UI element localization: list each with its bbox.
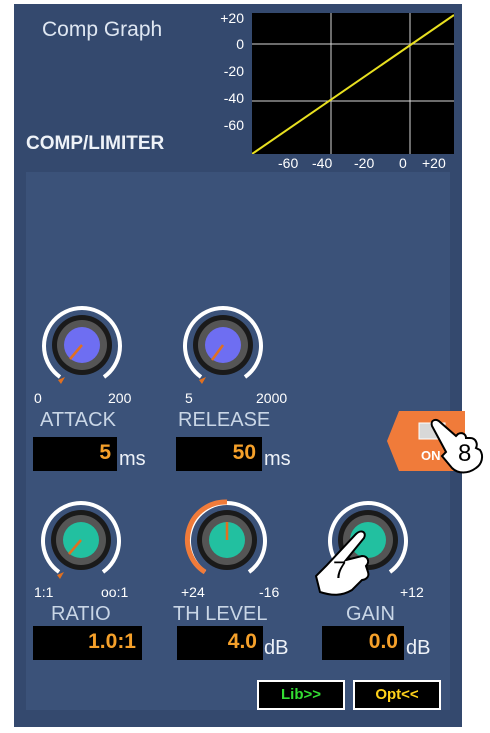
graph-y-tick: 0 bbox=[236, 36, 244, 52]
th-level-max-label: -16 bbox=[259, 584, 280, 600]
graph-y-tick: -40 bbox=[223, 90, 244, 106]
lib-button[interactable]: Lib>> bbox=[257, 680, 345, 710]
th-level-knob[interactable] bbox=[182, 412, 272, 575]
ratio-value: 1.0:1 bbox=[88, 630, 136, 653]
graph-transfer-line bbox=[252, 14, 454, 154]
th-level-value-field[interactable]: 4.0 bbox=[177, 626, 263, 660]
attack-knob[interactable] bbox=[37, 300, 127, 390]
comp-limiter-title: COMP/LIMITER bbox=[26, 133, 165, 154]
th-level-value: 4.0 bbox=[227, 630, 257, 653]
release-min-label: 5 bbox=[185, 390, 193, 406]
graph-x-tick: +20 bbox=[422, 155, 446, 171]
graph-x-tick: -60 bbox=[278, 155, 299, 171]
gain-value-field[interactable]: 0.0 bbox=[322, 626, 404, 660]
ratio-min-label: 1:1 bbox=[34, 584, 54, 600]
graph-x-tick: 0 bbox=[399, 155, 407, 171]
attack-max-label: 200 bbox=[108, 390, 132, 406]
release-max-label: 2000 bbox=[256, 390, 288, 406]
ratio-max-label: oo:1 bbox=[101, 584, 129, 600]
attack-min-label: 0 bbox=[34, 390, 42, 406]
on-callout-number: 8 bbox=[458, 440, 472, 467]
gain-max-label: +12 bbox=[400, 584, 424, 600]
gain-value: 0.0 bbox=[368, 630, 398, 653]
graph-y-tick: +20 bbox=[220, 10, 244, 26]
gain-label: GAIN bbox=[346, 603, 395, 625]
th-level-label: TH LEVEL bbox=[173, 603, 268, 625]
attack-value-field[interactable]: 5 bbox=[33, 437, 117, 471]
comp-graph-title: Comp Graph bbox=[42, 18, 163, 41]
th-level-unit: dB bbox=[264, 637, 289, 659]
gain-unit: dB bbox=[406, 637, 431, 659]
release-knob[interactable] bbox=[178, 300, 268, 390]
attack-label: ATTACK bbox=[40, 409, 116, 431]
graph-x-tick: -40 bbox=[312, 155, 333, 171]
ratio-label: RATIO bbox=[51, 603, 111, 625]
graph-y-tick: -60 bbox=[223, 117, 244, 133]
th-level-min-label: +24 bbox=[181, 584, 205, 600]
ratio-knob[interactable] bbox=[36, 495, 126, 585]
opt-button[interactable]: Opt<< bbox=[353, 680, 441, 710]
ratio-value-field[interactable]: 1.0:1 bbox=[33, 626, 142, 660]
graph-x-tick: -20 bbox=[354, 155, 375, 171]
attack-value: 5 bbox=[99, 441, 111, 464]
attack-unit: ms bbox=[119, 448, 146, 470]
comp-graph bbox=[252, 13, 454, 154]
graph-y-tick: -20 bbox=[223, 63, 244, 79]
gain-callout-number: 7 bbox=[333, 557, 347, 584]
